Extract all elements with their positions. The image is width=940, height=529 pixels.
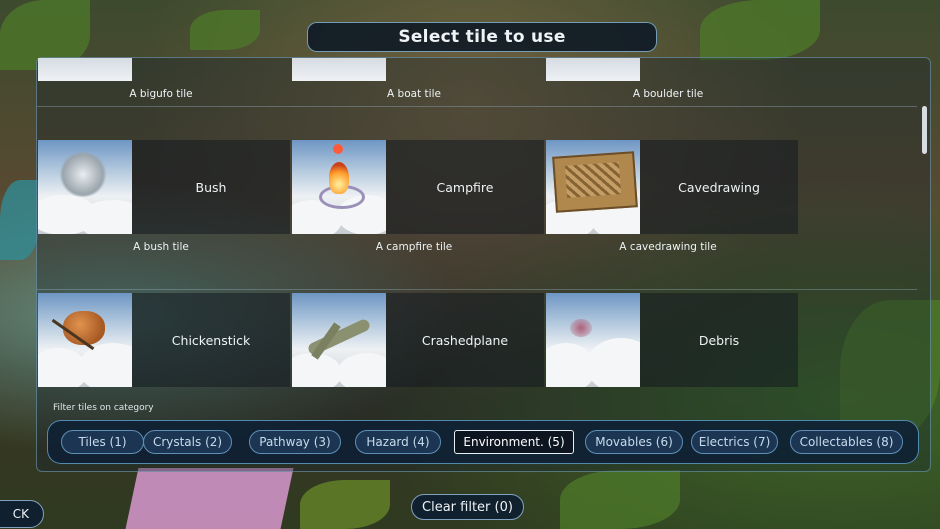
filter-pathway-button[interactable]: Pathway (3) xyxy=(249,430,341,454)
tile-description: A cavedrawing tile xyxy=(619,241,717,253)
tile-description: A campfire tile xyxy=(375,241,453,253)
filter-label: Filter tiles on category xyxy=(53,403,154,413)
category-filter-bar: Tiles (1) Crystals (2) Pathway (3) Hazar… xyxy=(47,420,919,464)
filter-hazard-button[interactable]: Hazard (4) xyxy=(355,430,441,454)
campfire-thumbnail xyxy=(292,140,386,234)
filter-movables-button[interactable]: Movables (6) xyxy=(585,430,683,454)
back-button[interactable]: CK xyxy=(0,500,44,528)
pink-floor-tile xyxy=(125,468,294,529)
debris-thumbnail xyxy=(546,293,640,387)
tile-card-bush[interactable]: Bush xyxy=(38,140,290,235)
tile-name: Cavedrawing xyxy=(640,140,798,234)
row-divider xyxy=(37,106,917,107)
tile-description: A boat tile xyxy=(387,88,441,100)
tile-name: Crashedplane xyxy=(386,293,544,387)
tile-description: A boulder tile xyxy=(632,88,704,100)
tile-card-debris[interactable]: Debris xyxy=(546,293,798,388)
row-divider xyxy=(37,289,917,290)
filter-electrics-button[interactable]: Electrics (7) xyxy=(691,430,778,454)
dialog-title: Select tile to use xyxy=(307,22,657,52)
tile-card-cavedrawing[interactable]: Cavedrawing xyxy=(546,140,798,235)
filter-environment-button[interactable]: Environment. (5) xyxy=(454,430,574,454)
clear-filter-button[interactable]: Clear filter (0) xyxy=(411,494,524,520)
filter-tiles-button[interactable]: Tiles (1) xyxy=(61,430,144,454)
chickenstick-thumbnail xyxy=(38,293,132,387)
filter-collectables-button[interactable]: Collectables (8) xyxy=(790,430,903,454)
boulder-thumbnail[interactable] xyxy=(546,58,640,81)
bigufo-thumbnail[interactable] xyxy=(38,58,132,81)
scrollbar-thumb[interactable] xyxy=(922,106,927,154)
tile-description: A bigufo tile xyxy=(129,88,193,100)
crashedplane-thumbnail xyxy=(292,293,386,387)
tile-card-campfire[interactable]: Campfire xyxy=(292,140,544,235)
tile-name: Debris xyxy=(640,293,798,387)
tile-description: A bush tile xyxy=(133,241,189,253)
boat-thumbnail[interactable] xyxy=(292,58,386,81)
tile-name: Chickenstick xyxy=(132,293,290,387)
tile-name: Campfire xyxy=(386,140,544,234)
tile-card-crashedplane[interactable]: Crashedplane xyxy=(292,293,544,388)
tile-card-chickenstick[interactable]: Chickenstick xyxy=(38,293,290,388)
tile-name: Bush xyxy=(132,140,290,234)
tile-grid: A bigufo tile A boat tile A boulder tile… xyxy=(37,58,917,388)
filter-crystals-button[interactable]: Crystals (2) xyxy=(143,430,232,454)
tile-selection-panel: A bigufo tile A boat tile A boulder tile… xyxy=(36,57,931,472)
cavedrawing-thumbnail xyxy=(546,140,640,234)
bush-thumbnail xyxy=(38,140,132,234)
